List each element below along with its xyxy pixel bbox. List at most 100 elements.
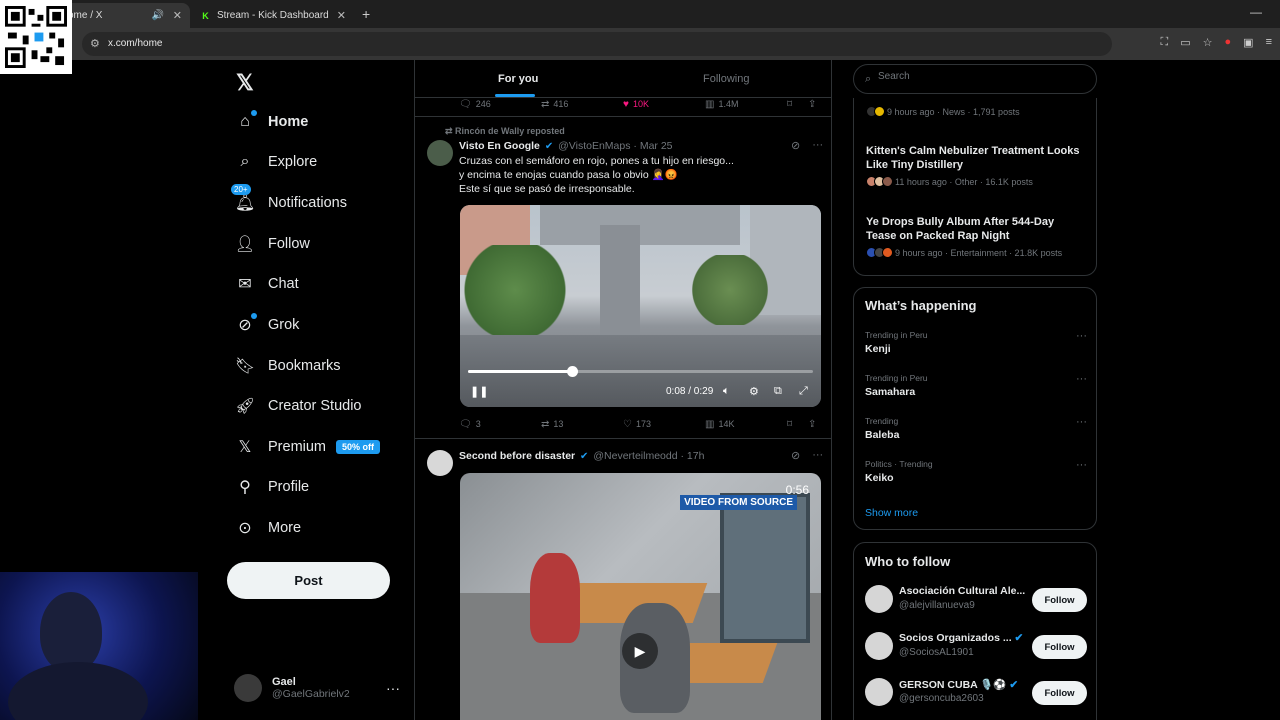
news-item[interactable]: 9 hours ago · News · 1,791 posts (866, 106, 1020, 117)
trend-name: Samahara (865, 386, 916, 398)
close-tab-icon[interactable]: ✕ (337, 9, 346, 22)
nav-creator-studio[interactable]: 🚀︎ Creator Studio (235, 391, 362, 421)
author-name[interactable]: Second before disaster (459, 450, 575, 462)
kick-logo-icon: K (202, 10, 209, 21)
divider (415, 438, 831, 439)
translate-icon[interactable]: ⛶ (1161, 36, 1169, 49)
follow-button[interactable]: Follow (1032, 681, 1087, 705)
tab-for-you[interactable]: For you (498, 73, 538, 85)
share-button[interactable]: ⇪ (808, 99, 816, 110)
tab-kick-dashboard[interactable]: K Stream - Kick Dashboard ✕ (194, 3, 354, 28)
repost-count: 416 (553, 99, 569, 109)
account-more-icon[interactable]: ··· (386, 680, 400, 696)
tweet-time[interactable]: · Mar 25 (633, 140, 672, 152)
follow-suggestion[interactable]: Asociación Cultural Ale... @alejvillanue… (865, 583, 1087, 617)
trend-name: Baleba (865, 429, 900, 441)
more-icon[interactable]: ··· (1076, 330, 1087, 342)
news-item[interactable]: Kitten's Calm Nebulizer Treatment Looks … (866, 144, 1086, 187)
tab-following[interactable]: Following (703, 73, 749, 85)
views-button[interactable]: ▥ 1.4M (705, 99, 738, 110)
follow-button[interactable]: Follow (1032, 588, 1087, 612)
more-icon[interactable]: ··· (1076, 416, 1087, 428)
search-input[interactable] (878, 71, 1078, 82)
bookmark-button[interactable]: ⌑ (787, 99, 792, 110)
views-icon: ▥ (705, 98, 715, 110)
avatar[interactable] (427, 140, 453, 166)
reply-button[interactable]: 🗨︎ 3 (459, 419, 481, 430)
more-icon[interactable]: ··· (812, 139, 823, 152)
tweet-video[interactable]: ❚❚ 0:08 / 0:29 🔈︎ ⚙ ⧉ ⤢ (460, 205, 821, 407)
video-scrubber-knob[interactable] (566, 366, 578, 377)
tweet-time[interactable]: · 17h (680, 450, 704, 462)
nav-follow[interactable]: 👤︎ Follow (235, 229, 310, 259)
author-name[interactable]: Visto En Google (459, 140, 540, 152)
nav-profile[interactable]: ⚲ Profile (235, 472, 309, 502)
x-logo-icon[interactable]: 𝕏 (236, 70, 254, 96)
more-icon[interactable]: ··· (1076, 459, 1087, 471)
volume-icon[interactable]: 🔈︎ (723, 385, 730, 398)
post-button[interactable]: Post (227, 562, 390, 599)
nav-label: Follow (268, 236, 310, 252)
tweet-video[interactable]: 0:56 VIDEO FROM SOURCE ▶ (460, 473, 821, 720)
verified-badge-icon: ✔ (1014, 632, 1024, 644)
trend-item[interactable]: Trending in Peru Kenji ··· (865, 330, 1087, 355)
author-handle[interactable]: @Neverteilmeodd (593, 450, 677, 462)
bookmark-button[interactable]: ⌑ (787, 419, 792, 430)
site-settings-icon[interactable]: ⚙ (90, 37, 100, 50)
follow-suggestion[interactable]: GERSON CUBA 🎙️⚽ ✔ @gersoncuba2603 Follow (865, 676, 1087, 710)
nav-notifications[interactable]: 🔔︎ 20+ Notifications (231, 184, 347, 218)
star-icon[interactable]: ☆ (1203, 36, 1213, 49)
follow-button[interactable]: Follow (1032, 635, 1087, 659)
video-progress-bar[interactable] (468, 366, 813, 377)
webcam-overlay (0, 572, 198, 720)
minimize-button[interactable]: — (1250, 5, 1262, 19)
nav-grok[interactable]: ⊘ Grok (235, 310, 299, 340)
grok-icon[interactable]: ⊘ (791, 449, 800, 462)
tab-x-home[interactable]: ome / X 🔊 ✕ (60, 3, 190, 28)
new-tab-button[interactable]: + (362, 6, 370, 22)
extensions-puzzle-icon[interactable]: ▣ (1243, 36, 1253, 49)
repost-context[interactable]: ⇄ Rincón de Wally reposted (445, 126, 565, 137)
nav-premium[interactable]: 𝕏 Premium 50% off (235, 432, 381, 462)
who-to-follow-card: Who to follow Asociación Cultural Ale...… (853, 542, 1097, 720)
like-button[interactable]: ♡ 173 (623, 419, 651, 430)
author-handle[interactable]: @VistoEnMaps (558, 140, 630, 152)
speaker-icon[interactable]: 🔊 (152, 10, 164, 21)
repost-button[interactable]: ⇄ 13 (541, 419, 563, 430)
show-more-link[interactable]: Show more (865, 507, 918, 519)
trend-item[interactable]: Politics · Trending Keiko ··· (865, 459, 1087, 484)
follow-suggestion[interactable]: Socios Organizados ... ✔ @SociosAL1901 F… (865, 630, 1087, 664)
search-bar[interactable]: ⌕ (853, 64, 1097, 94)
nav-chat[interactable]: ✉ Chat (235, 269, 298, 299)
cast-icon[interactable]: ▭ (1180, 36, 1190, 49)
extension-icon[interactable]: ● (1225, 36, 1232, 49)
nav-label: Home (268, 114, 309, 130)
avatar[interactable] (427, 450, 453, 476)
account-switcher[interactable]: Gael @GaelGabrielv2 (234, 674, 350, 702)
fullscreen-icon[interactable]: ⤢ (799, 385, 808, 398)
pause-icon[interactable]: ❚❚ (470, 385, 488, 398)
menu-icon[interactable]: ≡ (1266, 36, 1272, 49)
close-tab-icon[interactable]: ✕ (173, 9, 182, 22)
reply-button[interactable]: 🗨︎ 246 (459, 99, 491, 110)
like-button[interactable]: ♥ 10K (623, 99, 649, 110)
browser-toolbar-icons: ⛶ ▭ ☆ ● ▣ ≡ (1161, 36, 1272, 49)
nav-bookmarks[interactable]: 🔖︎ Bookmarks (235, 351, 341, 381)
play-icon[interactable]: ▶ (622, 633, 658, 669)
repost-button[interactable]: ⇄ 416 (541, 99, 568, 110)
grok-icon[interactable]: ⊘ (791, 139, 800, 152)
pip-icon[interactable]: ⧉ (774, 385, 782, 398)
nav-label: Grok (268, 317, 300, 333)
url-bar[interactable]: ⚙ x.com/home (82, 32, 1112, 56)
nav-explore[interactable]: ⌕ Explore (235, 147, 318, 177)
nav-home[interactable]: ⌂ Home (235, 107, 308, 137)
more-icon[interactable]: ··· (812, 449, 823, 462)
views-button[interactable]: ▥ 14K (705, 419, 734, 430)
trend-item[interactable]: Trending in Peru Samahara ··· (865, 373, 1087, 398)
share-button[interactable]: ⇪ (808, 419, 816, 430)
news-item[interactable]: Ye Drops Bully Album After 544-Day Tease… (866, 215, 1086, 258)
more-icon[interactable]: ··· (1076, 373, 1087, 385)
trend-item[interactable]: Trending Baleba ··· (865, 416, 1087, 441)
nav-more[interactable]: ⊙ More (235, 513, 301, 543)
settings-icon[interactable]: ⚙ (749, 385, 759, 398)
